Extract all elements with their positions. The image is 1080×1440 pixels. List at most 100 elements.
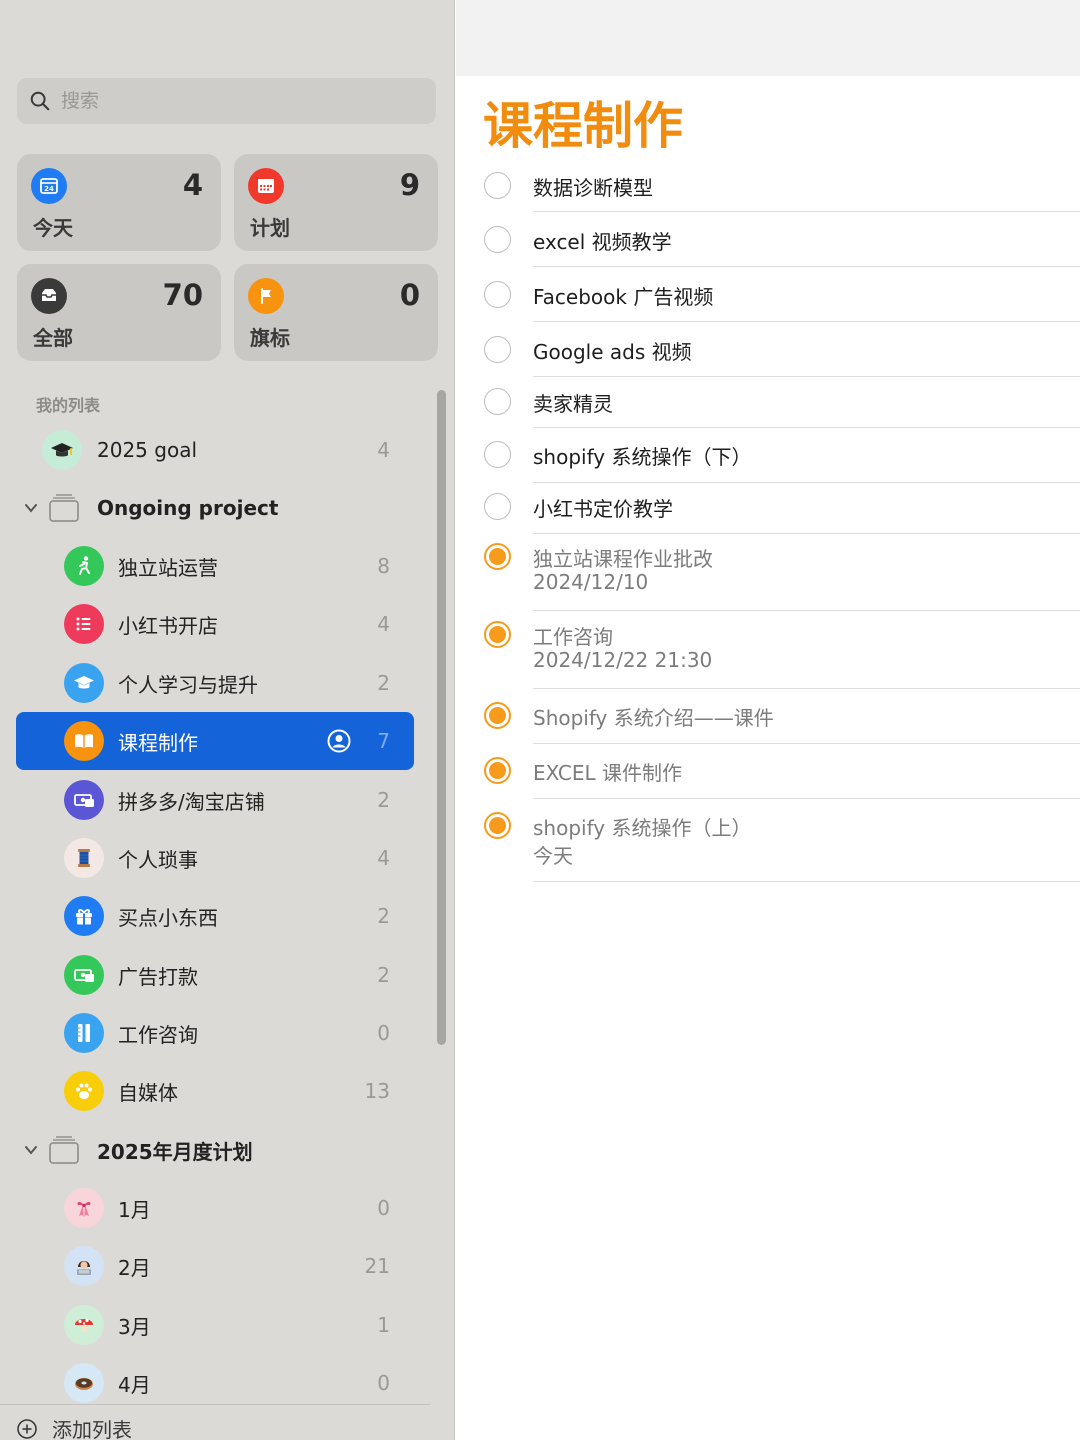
list-count: 21 xyxy=(364,1254,390,1278)
task-title[interactable]: Google ads 视频 xyxy=(533,336,692,365)
task-title[interactable]: 卖家精灵 xyxy=(533,388,613,417)
list-label: 个人琐事 xyxy=(118,847,198,872)
task-checkbox-checked[interactable] xyxy=(484,621,511,648)
task-checkbox[interactable] xyxy=(484,493,511,520)
list-count: 4 xyxy=(377,438,390,462)
gift-icon xyxy=(64,896,104,936)
task-row-completed[interactable]: 独立站课程作业批改 2024/12/10 xyxy=(456,534,1080,611)
list-label: 2025 goal xyxy=(97,438,197,462)
search-field[interactable] xyxy=(17,78,436,124)
task-title[interactable]: 工作咨询 xyxy=(533,621,613,650)
list-item-xiaohongshu-store[interactable]: 小红书开店 4 xyxy=(16,595,414,653)
task-title[interactable]: shopify 系统操作（上） xyxy=(533,812,751,841)
list-item-independent-site[interactable]: 独立站运营 8 xyxy=(16,537,414,595)
task-row[interactable]: 数据诊断模型 xyxy=(456,160,1080,212)
task-title[interactable]: EXCEL 课件制作 xyxy=(533,757,682,786)
list-label: 买点小东西 xyxy=(118,905,218,930)
scheduled-count: 9 xyxy=(399,168,420,202)
task-title[interactable]: 小红书定价教学 xyxy=(533,493,673,522)
today-count: 4 xyxy=(182,168,203,202)
donut-icon xyxy=(64,1363,104,1403)
list-count: 1 xyxy=(377,1313,390,1337)
group-2025-monthly-plan[interactable]: 2025年月度计划 xyxy=(16,1121,414,1179)
task-checkbox-checked[interactable] xyxy=(484,702,511,729)
book-icon xyxy=(64,721,104,761)
list-item-2025-goal[interactable]: 2025 goal 4 xyxy=(16,421,414,479)
list-label: 课程制作 xyxy=(118,730,198,755)
list-item-ad-payment[interactable]: 广告打款 2 xyxy=(16,946,414,1004)
chevron-down-icon[interactable] xyxy=(22,499,40,517)
list-item-work-consulting[interactable]: 工作咨询 0 xyxy=(16,1004,414,1062)
flag-icon xyxy=(248,278,284,314)
task-title[interactable]: Shopify 系统介绍——课件 xyxy=(533,702,774,731)
task-row-completed[interactable]: Shopify 系统介绍——课件 xyxy=(456,689,1080,744)
smart-list-today[interactable]: 24 4 今天 xyxy=(17,154,221,251)
task-title[interactable]: 数据诊断模型 xyxy=(533,172,653,201)
search-input[interactable] xyxy=(61,90,401,112)
list-item-course-production[interactable]: 课程制作 7 xyxy=(16,712,414,770)
add-list-button[interactable]: 添加列表 xyxy=(16,1414,132,1440)
group-label: 2025年月度计划 xyxy=(97,1139,253,1164)
calendar-icon: 24 xyxy=(31,168,67,204)
task-checkbox-checked[interactable] xyxy=(484,812,511,839)
list-label: 4月 xyxy=(118,1372,151,1397)
task-row[interactable]: excel 视频教学 xyxy=(456,212,1080,267)
list-count: 4 xyxy=(377,846,390,870)
list-label: 自媒体 xyxy=(118,1080,178,1105)
smart-list-scheduled[interactable]: 9 计划 xyxy=(234,154,438,251)
folder-icon xyxy=(49,1136,79,1164)
list-item-march[interactable]: 3月 1 xyxy=(16,1296,414,1354)
task-title[interactable]: Facebook 广告视频 xyxy=(533,281,713,310)
shared-person-icon[interactable] xyxy=(326,728,352,754)
plus-circle-icon xyxy=(17,1418,37,1439)
flagged-count: 0 xyxy=(399,278,420,312)
task-checkbox[interactable] xyxy=(484,441,511,468)
task-checkbox[interactable] xyxy=(484,281,511,308)
folder-icon xyxy=(49,494,79,522)
scheduled-label: 计划 xyxy=(250,216,290,240)
task-checkbox[interactable] xyxy=(484,336,511,363)
list-count: 2 xyxy=(377,963,390,987)
task-row[interactable]: 小红书定价教学 xyxy=(456,483,1080,534)
ruler-icon xyxy=(64,1013,104,1053)
task-row[interactable]: Google ads 视频 xyxy=(456,322,1080,377)
task-row[interactable]: shopify 系统操作（下） xyxy=(456,428,1080,483)
task-title[interactable]: excel 视频教学 xyxy=(533,226,672,255)
task-title[interactable]: shopify 系统操作（下） xyxy=(533,441,751,470)
task-title[interactable]: 独立站课程作业批改 xyxy=(533,543,713,572)
my-lists-header: 我的列表 xyxy=(36,396,101,415)
task-checkbox-checked[interactable] xyxy=(484,543,511,570)
task-due-date: 2024/12/10 xyxy=(533,570,649,594)
list-item-personal-learning[interactable]: 个人学习与提升 2 xyxy=(16,654,414,712)
task-row-completed[interactable]: shopify 系统操作（上） 今天 xyxy=(456,799,1080,882)
list-item-shopping[interactable]: 买点小东西 2 xyxy=(16,887,414,945)
task-due-date: 2024/12/22 21:30 xyxy=(533,648,713,672)
task-row[interactable]: Facebook 广告视频 xyxy=(456,267,1080,322)
task-row-completed[interactable]: 工作咨询 2024/12/22 21:30 xyxy=(456,611,1080,689)
list-item-january[interactable]: 1月 0 xyxy=(16,1179,414,1237)
group-ongoing-project[interactable]: Ongoing project xyxy=(16,479,414,537)
all-count: 70 xyxy=(162,278,203,312)
list-item-personal-chores[interactable]: 个人琐事 4 xyxy=(16,829,414,887)
smart-list-all[interactable]: 70 全部 xyxy=(17,264,221,361)
list-item-pdd-taobao[interactable]: 拼多多/淘宝店铺 2 xyxy=(16,771,414,829)
list-count: 13 xyxy=(364,1079,390,1103)
divider xyxy=(533,881,1080,882)
task-checkbox-checked[interactable] xyxy=(484,757,511,784)
task-checkbox[interactable] xyxy=(484,172,511,199)
list-item-self-media[interactable]: 自媒体 13 xyxy=(16,1062,414,1120)
task-row-completed[interactable]: EXCEL 课件制作 xyxy=(456,744,1080,799)
chevron-down-icon[interactable] xyxy=(22,1141,40,1159)
today-label: 今天 xyxy=(33,216,73,240)
list-item-february[interactable]: 2月 21 xyxy=(16,1237,414,1295)
list-label: 2月 xyxy=(118,1255,151,1280)
smart-list-flagged[interactable]: 0 旗标 xyxy=(234,264,438,361)
graduation-cap-icon xyxy=(42,430,82,470)
runner-icon xyxy=(64,546,104,586)
list-label: 工作咨询 xyxy=(118,1022,198,1047)
task-checkbox[interactable] xyxy=(484,226,511,253)
task-row[interactable]: 卖家精灵 xyxy=(456,377,1080,428)
mushroom-icon xyxy=(64,1305,104,1345)
task-checkbox[interactable] xyxy=(484,388,511,415)
sidebar-scrollbar[interactable] xyxy=(437,390,446,1045)
